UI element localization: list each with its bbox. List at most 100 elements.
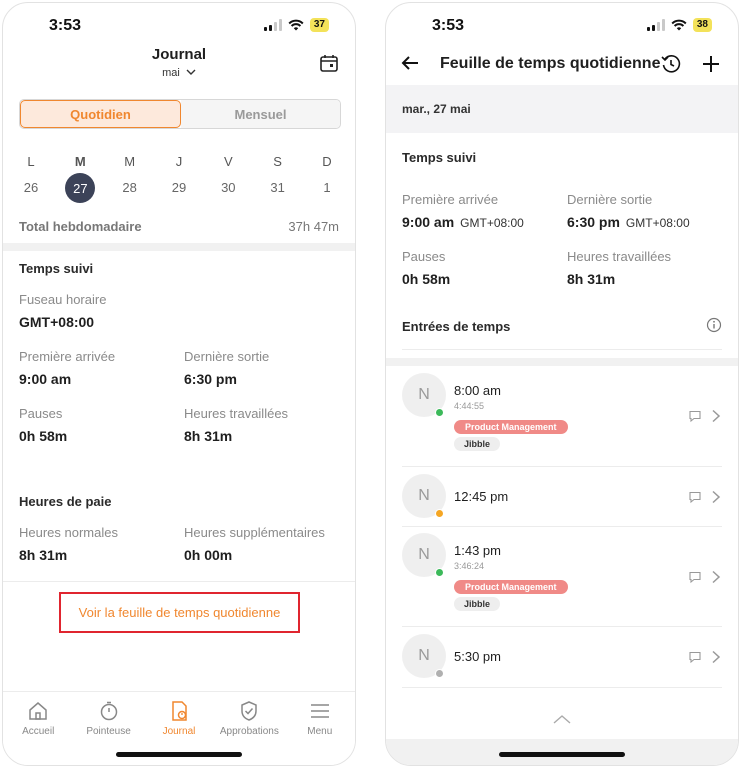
- worked-value: 8h 31m: [184, 428, 233, 444]
- entry-time: 5:30 pm: [454, 649, 501, 664]
- first-in-label: Première arrivée: [402, 192, 499, 207]
- daily-timesheet-screen: 3:53 38 Feuille de temps quotidienne mar…: [385, 2, 739, 766]
- entry-duration: 4:44:55: [454, 401, 485, 411]
- weekday-letter: V: [223, 154, 233, 169]
- date-band: mar., 27 mai: [386, 85, 738, 133]
- weekday-letter: J: [175, 154, 183, 169]
- divider: [402, 687, 722, 688]
- chevron-up-icon[interactable]: [553, 714, 571, 724]
- weekday-letter: M: [74, 154, 86, 169]
- comment-icon[interactable]: [688, 650, 702, 664]
- breaks-value: 0h 58m: [402, 271, 451, 287]
- status-time: 3:53: [432, 17, 465, 34]
- journal-screen: 3:53 37 Journal mai Quotidien Mensuel L …: [2, 2, 356, 766]
- tab-monthly[interactable]: Mensuel: [181, 100, 340, 128]
- chevron-right-icon: [712, 570, 721, 584]
- signal-icon: [263, 19, 282, 31]
- history-icon[interactable]: [660, 53, 682, 75]
- overtime-value: 0h 00m: [184, 547, 233, 563]
- weekday-letter: D: [322, 154, 332, 169]
- page-title: Journal: [151, 46, 207, 63]
- last-out-value: 6:30 pm GMT+08:00: [567, 214, 690, 230]
- first-in-tz: GMT+08:00: [460, 216, 524, 230]
- day-cell[interactable]: 26: [11, 173, 51, 203]
- project-tag: Jibble: [454, 437, 501, 451]
- view-toggle: Quotidien Mensuel: [19, 99, 341, 129]
- worked-label: Heures travaillées: [567, 249, 672, 264]
- chevron-right-icon: [712, 650, 721, 664]
- day-cell[interactable]: 31: [258, 173, 298, 203]
- status-dot-green: [435, 408, 444, 417]
- time-entry[interactable]: N 12:45 pm: [386, 467, 738, 525]
- nav-home[interactable]: Accueil: [6, 700, 70, 765]
- nav-clock-label: Pointeuse: [86, 726, 131, 737]
- weekday-letter: L: [27, 154, 35, 169]
- last-out-label: Dernière sortie: [567, 192, 653, 207]
- last-out-label: Dernière sortie: [184, 349, 270, 364]
- wifi-icon: [671, 19, 687, 31]
- first-in-value: 9:00 am: [19, 371, 72, 387]
- status-dot-gray: [435, 669, 444, 678]
- shield-check-icon: [241, 701, 258, 721]
- nav-home-label: Accueil: [22, 726, 55, 737]
- signal-icon: [646, 19, 665, 31]
- time-entry[interactable]: N 1:43 pm 3:46:24 Product Management Jib…: [386, 531, 738, 623]
- view-daily-timesheet-link[interactable]: Voir la feuille de temps quotidienne: [59, 592, 300, 633]
- day-cell-selected[interactable]: 27: [60, 173, 100, 203]
- entry-time: 1:43 pm: [454, 543, 501, 558]
- wifi-icon: [288, 19, 304, 31]
- menu-icon: [310, 704, 329, 718]
- entry-time: 8:00 am: [454, 383, 501, 398]
- plus-icon[interactable]: [700, 53, 722, 75]
- timezone-label: Fuseau horaire: [19, 292, 107, 307]
- month-selector[interactable]: mai: [3, 67, 355, 79]
- battery-icon: 37: [309, 18, 329, 32]
- status-dot-green: [435, 568, 444, 577]
- worked-label: Heures travaillées: [184, 406, 289, 421]
- entry-duration: 3:46:24: [454, 561, 485, 571]
- chevron-right-icon: [712, 409, 721, 423]
- nav-menu-label: Menu: [307, 726, 333, 737]
- day-cell[interactable]: 29: [159, 173, 199, 203]
- tab-daily[interactable]: Quotidien: [20, 100, 181, 128]
- divider: [402, 526, 722, 527]
- stopwatch-icon: [100, 701, 117, 721]
- status-bar: 3:53 38: [386, 3, 738, 49]
- day-cell[interactable]: 30: [208, 173, 248, 203]
- last-out-tz: GMT+08:00: [625, 216, 690, 230]
- date-label: mar., 27 mai: [402, 102, 471, 116]
- back-arrow-icon[interactable]: [400, 53, 420, 73]
- weekday-letter: S: [273, 154, 282, 169]
- info-icon[interactable]: [706, 317, 722, 333]
- time-entry[interactable]: N 8:00 am 4:44:55 Product Management Jib…: [386, 371, 738, 463]
- regular-hours-value: 8h 31m: [19, 547, 68, 563]
- pay-hours-title: Heures de paie: [19, 494, 112, 509]
- home-indicator: [499, 752, 625, 757]
- time-entry[interactable]: N 5:30 pm: [386, 627, 738, 687]
- time-entries-title: Entrées de temps: [402, 319, 511, 334]
- status-bar: 3:53 37: [3, 3, 355, 49]
- divider: [402, 349, 722, 350]
- timezone-value: GMT+08:00: [19, 314, 95, 330]
- day-cell[interactable]: 28: [110, 173, 150, 203]
- nav-menu[interactable]: Menu: [288, 700, 352, 765]
- battery-icon: 38: [692, 18, 712, 32]
- comment-icon[interactable]: [688, 490, 702, 504]
- status-time: 3:53: [49, 17, 82, 34]
- chevron-right-icon: [712, 490, 721, 504]
- nav-journal-label: Journal: [162, 726, 196, 737]
- comment-icon[interactable]: [688, 570, 702, 584]
- worked-value: 8h 31m: [567, 271, 616, 287]
- activity-tag: Product Management: [454, 420, 568, 434]
- first-in-value: 9:00 am GMT+08:00: [402, 214, 524, 230]
- day-cell[interactable]: 1: [307, 173, 347, 203]
- separator: [386, 358, 738, 366]
- calendar-icon[interactable]: [319, 53, 339, 73]
- nav-approvals-label: Approbations: [219, 726, 279, 737]
- tracked-time-title: Temps suivi: [19, 261, 94, 276]
- weekly-total: Total hebdomadaire 37h 47m: [19, 219, 339, 234]
- status-dot-orange: [435, 509, 444, 518]
- activity-tag: Product Management: [454, 580, 568, 594]
- comment-icon[interactable]: [688, 409, 702, 423]
- weekly-total-value: 37h 47m: [288, 219, 339, 234]
